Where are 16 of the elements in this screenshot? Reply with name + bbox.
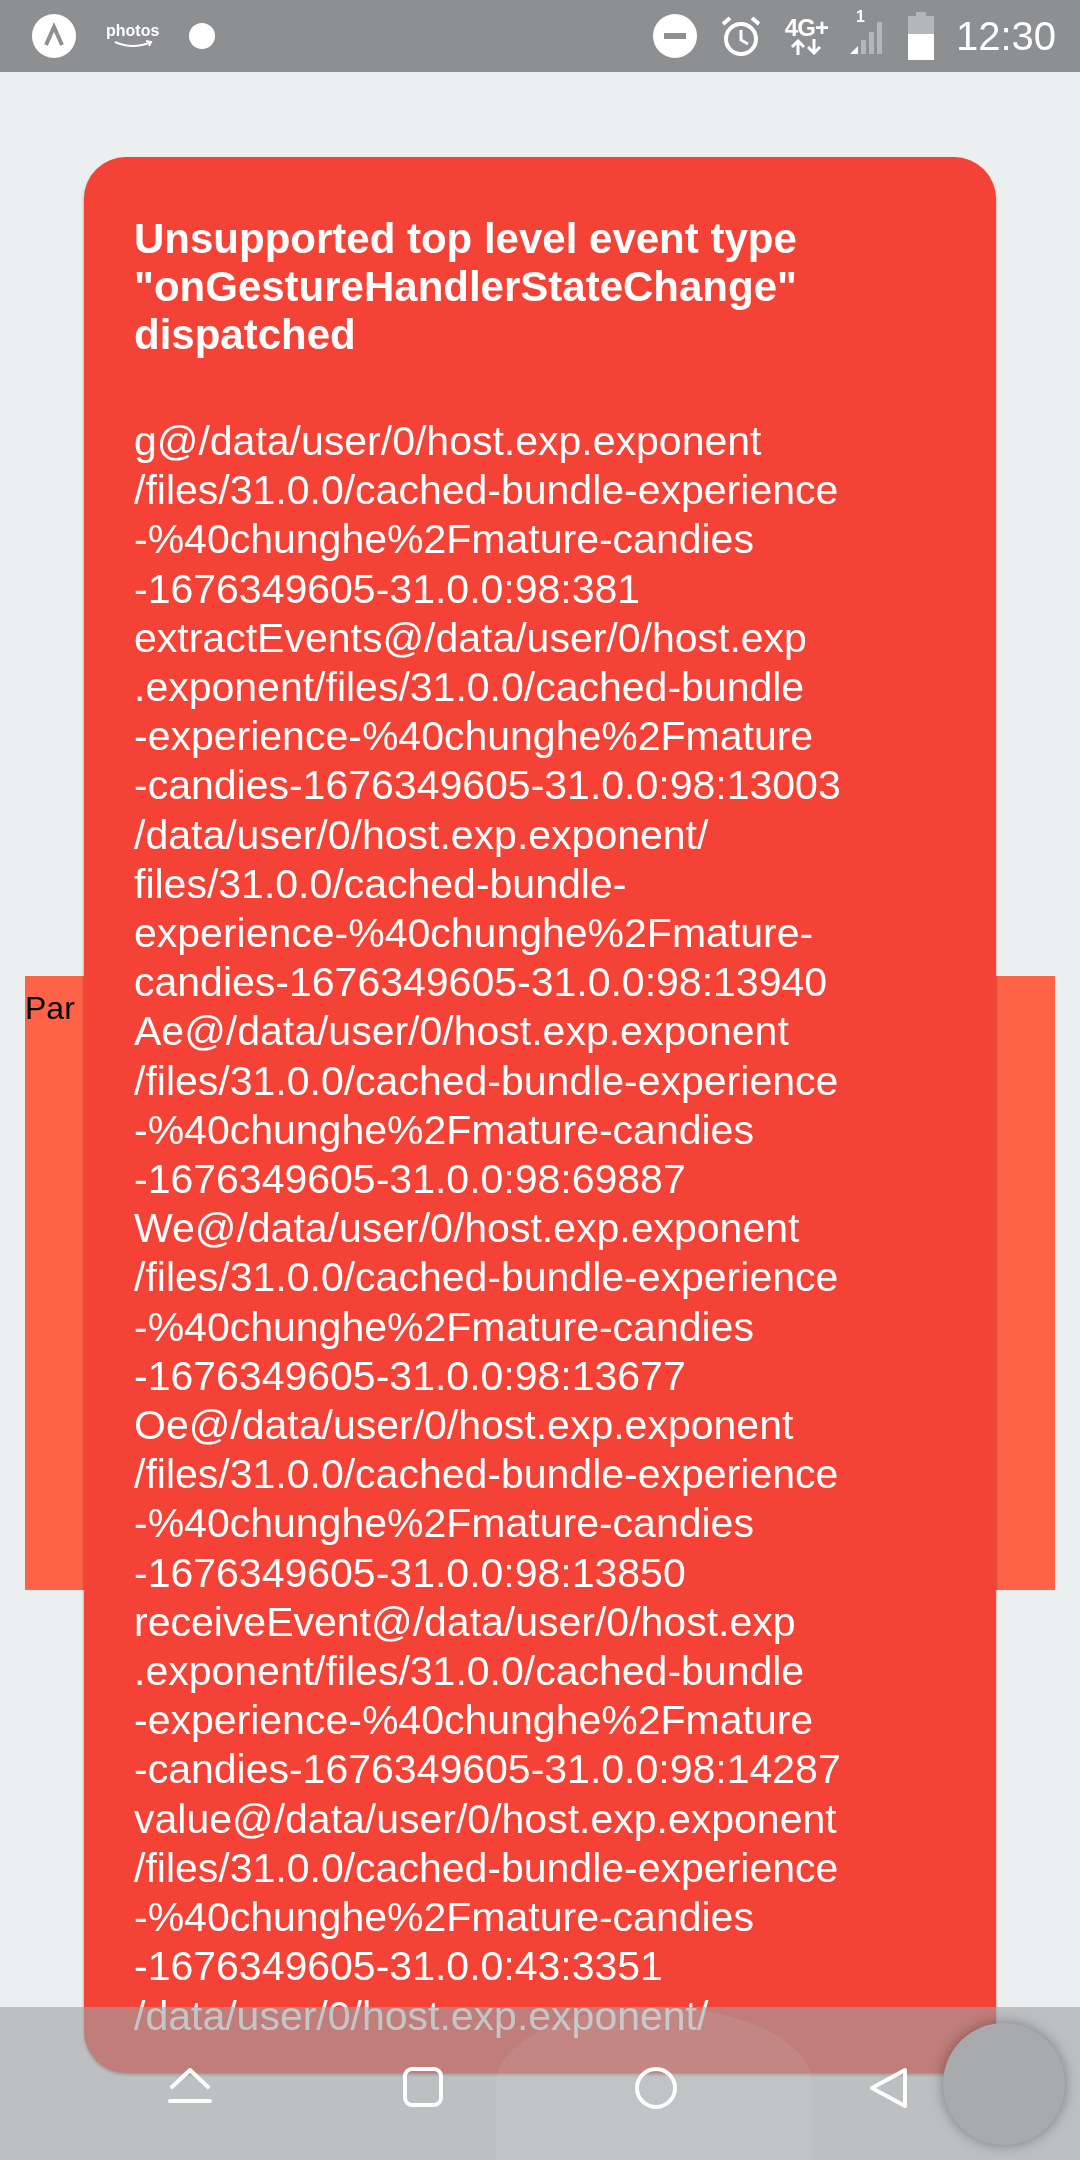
network-label: 4G+	[784, 17, 828, 39]
dot-icon	[189, 23, 216, 49]
clock-time: 12:30	[955, 13, 1056, 59]
error-title: Unsupported top level event type "onGestureHandlerStateChange" dispatched	[134, 215, 798, 359]
battery-icon	[907, 12, 934, 60]
home-button[interactable]	[635, 2067, 677, 2109]
chevron-up-icon[interactable]	[168, 2067, 212, 2103]
app-logo-icon	[32, 14, 76, 58]
sim-label: 1	[855, 8, 865, 26]
panel-text: Par	[25, 990, 75, 1026]
do-not-disturb-icon	[652, 14, 697, 58]
back-button[interactable]	[869, 2067, 909, 2109]
floating-button[interactable]	[943, 2023, 1065, 2145]
app-label: photos	[106, 23, 160, 39]
recents-button[interactable]	[403, 2067, 443, 2107]
stack-trace: g@/data/user/0/host.exp.exponent /files/31.0.0/cached-bundle-experience -%40chunghe%2Fmature-candies -1676349605-31.0.0:98:381 extractEvents@/data/user/0/host.exp .exponent/files/31.0.0/cached-bundle -experience-%40chunghe%2Fmature -candies-1676349605-31.0.0:98:13003 /data/user/0/host.exp.exponent/ files/31.0.0/cached-bundle- experience-%40chunghe%2Fmature- candies-1676349605-31.0.0:98:13940 Ae@/data/user/0/host.exp.exponent /files/31.0.0/cached-bundle-experience -%40chunghe%2Fmature-candies -1676349605-31.0.0:98:69887 We@/data/user/0/host.exp.exponent /files/31.0.0/cached-bundle-experience -%40chunghe%2Fmature-candies -1676349605-31.0.0:98:13677 Oe@/data/user/0/host.exp.exponent /files/31.0.0/cached-bundle-experience -%40chunghe%2Fmature-candies -1676349605-31.0.0:98:13850 receiveEvent@/data/user/0/host.exp .exponent/files/31.0.0/cached-bundle -experience-%40chunghe%2Fmature -candies-1676349605-31.0.0:98:14287 value@/data/user/0/host.exp.exponent /files/31.0.0/cached-bundle-experience -%40chunghe%2Fmature-candies -1676349605-31.0.0:43:3351 /data/user/0/host.exp.exponent/	[134, 417, 842, 2041]
